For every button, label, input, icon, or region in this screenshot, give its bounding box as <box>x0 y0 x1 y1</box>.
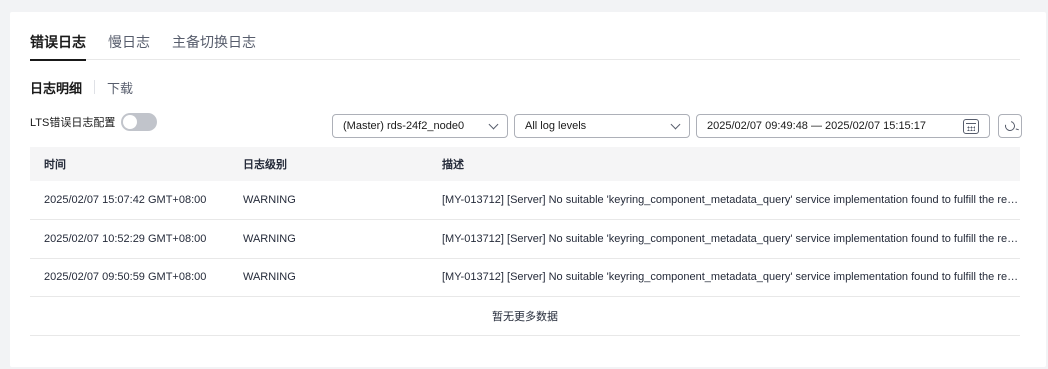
column-header-time: 时间 <box>30 147 229 181</box>
lts-config-toggle[interactable] <box>121 113 158 131</box>
cell-level: WARNING <box>229 219 428 259</box>
subtab-divider <box>94 80 96 94</box>
refresh-icon <box>1003 119 1017 133</box>
log-level-select[interactable]: All log levels <box>514 114 690 138</box>
table-row: 2025/02/07 15:07:42 GMT+08:00 WARNING [M… <box>30 181 1020 220</box>
column-header-level: 日志级别 <box>229 147 428 181</box>
subtab-log-details[interactable]: 日志明细 <box>30 78 82 97</box>
chevron-down-icon <box>670 119 681 129</box>
lts-config: LTS错误日志配置 <box>30 112 158 132</box>
cell-description: [MY-013712] [Server] No suitable 'keyrin… <box>428 219 1020 259</box>
tab-error-log[interactable]: 错误日志 <box>30 34 86 61</box>
cell-description: [MY-013712] [Server] No suitable 'keyrin… <box>428 258 1020 297</box>
date-range-value: 2025/02/07 09:49:48 — 2025/02/07 15:15:1… <box>707 120 926 132</box>
no-more-data-text: 暂无更多数据 <box>30 296 1020 336</box>
chevron-down-icon <box>488 119 499 129</box>
cell-time: 2025/02/07 15:07:42 GMT+08:00 <box>30 181 229 220</box>
tab-switchover-log[interactable]: 主备切换日志 <box>172 34 256 60</box>
tab-slow-log[interactable]: 慢日志 <box>108 34 150 60</box>
table-row: 2025/02/07 10:52:29 GMT+08:00 WARNING [M… <box>30 219 1020 259</box>
log-subtabs: 日志明细 下载 <box>30 78 133 96</box>
table-row: 2025/02/07 09:50:59 GMT+08:00 WARNING [M… <box>30 258 1020 297</box>
cell-description: [MY-013712] [Server] No suitable 'keyrin… <box>428 181 1020 220</box>
cell-time: 2025/02/07 10:52:29 GMT+08:00 <box>30 219 229 259</box>
lts-config-label: LTS错误日志配置 <box>30 117 116 129</box>
refresh-button[interactable] <box>998 114 1022 138</box>
date-range-picker[interactable]: 2025/02/07 09:49:48 — 2025/02/07 15:15:1… <box>696 114 990 138</box>
toggle-knob <box>123 115 138 129</box>
cell-time: 2025/02/07 09:50:59 GMT+08:00 <box>30 258 229 297</box>
instance-select[interactable]: (Master) rds-24f2_node0 <box>332 114 508 138</box>
log-level-select-value: All log levels <box>525 120 587 132</box>
calendar-icon <box>963 118 979 134</box>
cell-level: WARNING <box>229 181 428 220</box>
instance-select-value: (Master) rds-24f2_node0 <box>343 120 465 132</box>
column-header-description: 描述 <box>428 147 1020 181</box>
error-log-table: 时间 日志级别 描述 2025/02/07 15:07:42 GMT+08:00… <box>30 147 1020 336</box>
subtab-download[interactable]: 下载 <box>107 78 133 97</box>
no-more-data-row: 暂无更多数据 <box>30 296 1020 336</box>
table-header-row: 时间 日志级别 描述 <box>30 147 1020 181</box>
log-type-tabs: 错误日志 慢日志 主备切换日志 <box>30 34 1020 61</box>
cell-level: WARNING <box>229 258 428 297</box>
